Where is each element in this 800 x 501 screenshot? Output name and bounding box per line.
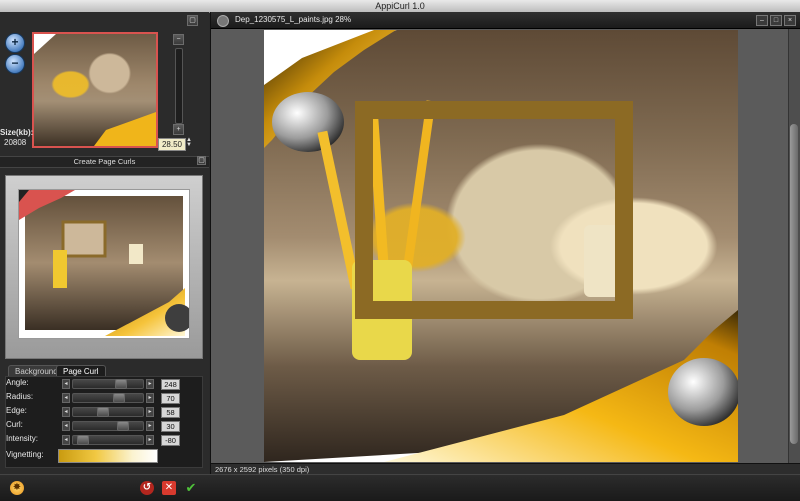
intensity-slider-thumb[interactable] [77,435,89,445]
curl-slider[interactable] [72,421,144,431]
angle-label: Angle: [6,378,29,387]
image-dimensions-status: 2676 x 2592 pixels (350 dpi) [215,465,310,474]
navigator-thumbnail[interactable] [32,32,158,148]
zoom-slider-track[interactable] [175,48,183,124]
document-titlebar: Dep_1230575_L_paints.jpg 28% – □ × [211,12,800,29]
vertical-scrollbar[interactable] [788,29,800,463]
window-title: AppiCurl 1.0 [375,1,425,11]
zoom-stepper[interactable]: ▲ ▼ [186,137,193,149]
curl-value[interactable]: 30 [161,421,180,432]
angle-value[interactable]: 248 [161,379,180,390]
settings-icon[interactable]: ✸ [10,481,24,495]
curl-preview-box [5,175,203,359]
main-curled-image[interactable] [264,30,738,462]
curl-preview-image [19,190,189,336]
edge-slider[interactable] [72,407,144,417]
create-page-curls-header: Create Page Curls [0,156,209,168]
edge-decrement-button[interactable]: ◂ [62,407,70,417]
angle-decrement-button[interactable]: ◂ [62,379,70,389]
intensity-value[interactable]: -80 [161,435,180,446]
intensity-decrement-button[interactable]: ◂ [62,435,70,445]
angle-slider[interactable] [72,379,144,389]
radius-slider-thumb[interactable] [113,393,125,403]
maximize-button[interactable]: □ [770,15,782,26]
reset-icon[interactable]: ↺ [140,481,154,495]
edge-label: Edge: [6,406,27,415]
create-curls-collapse-button[interactable]: ▢ [197,156,206,165]
curl-slider-thumb[interactable] [117,421,129,431]
apply-check-icon[interactable]: ✔ [184,481,198,495]
edge-value[interactable]: 58 [161,407,180,418]
intensity-increment-button[interactable]: ▸ [146,435,154,445]
zoom-out-icon[interactable]: − [5,54,25,74]
edge-slider-thumb[interactable] [97,407,109,417]
bottom-toolbar: ✸ ↺ ✕ ✔ [0,474,800,501]
thumbnail-curl-overlay [34,34,156,146]
angle-increment-button[interactable]: ▸ [146,379,154,389]
close-button[interactable]: × [784,15,796,26]
vignetting-label: Vignetting: [6,450,44,459]
vertical-scrollbar-thumb[interactable] [790,124,798,444]
intensity-slider[interactable] [72,435,144,445]
angle-slider-thumb[interactable] [115,379,127,389]
radius-increment-button[interactable]: ▸ [146,393,154,403]
document-icon [217,15,229,27]
zoom-slider-plus-button[interactable]: + [173,124,184,135]
radius-slider[interactable] [72,393,144,403]
radius-decrement-button[interactable]: ◂ [62,393,70,403]
main-curl-overlay [264,30,738,462]
edge-increment-button[interactable]: ▸ [146,407,154,417]
curl-decrement-button[interactable]: ◂ [62,421,70,431]
navigator-collapse-button[interactable]: ▢ [187,15,198,26]
curl-preview-canvas [18,189,190,339]
curl-increment-button[interactable]: ▸ [146,421,154,431]
size-label: Size(kb): [0,128,34,137]
zoom-slider-minus-button[interactable]: − [173,34,184,45]
vignetting-gradient-swatch[interactable] [58,449,158,463]
curl-label: Curl: [6,420,23,429]
minimize-button[interactable]: – [756,15,768,26]
cancel-icon[interactable]: ✕ [162,481,176,495]
size-value: 20808 [4,138,27,147]
radius-label: Radius: [6,392,34,401]
zoom-value-field[interactable]: 28.50 [158,138,186,151]
document-title: Dep_1230575_L_paints.jpg 28% [235,15,352,24]
intensity-label: Intensity: [6,434,39,443]
radius-value[interactable]: 70 [161,393,180,404]
zoom-in-icon[interactable]: + [5,33,25,53]
